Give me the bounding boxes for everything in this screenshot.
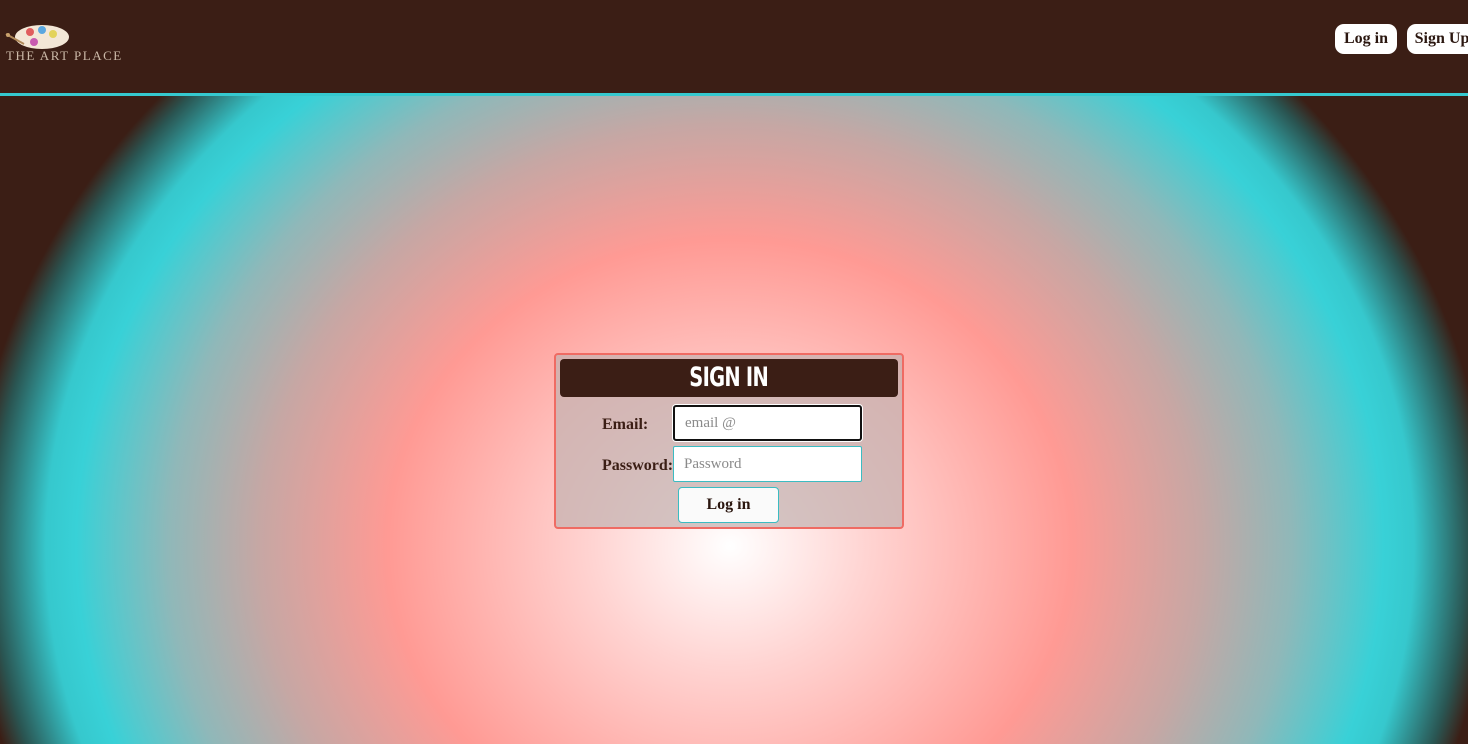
site-logo[interactable]: THE ART PLACE — [4, 22, 174, 70]
email-label: Email: — [602, 416, 649, 433]
password-label: Password: — [602, 457, 674, 474]
signin-title-text: SIGN IN — [689, 362, 769, 393]
top-header: THE ART PLACE Log in Sign Up — [0, 0, 1468, 96]
signin-form: SIGN IN Email: Password: Log in — [554, 353, 904, 529]
password-field[interactable] — [673, 446, 862, 482]
header-login-button[interactable]: Log in — [1335, 24, 1397, 54]
email-field[interactable] — [673, 405, 862, 441]
login-submit-button[interactable]: Log in — [678, 487, 779, 523]
logo-text: THE ART PLACE — [6, 48, 123, 63]
header-signup-button[interactable]: Sign Up — [1407, 24, 1468, 54]
signin-title: SIGN IN — [560, 359, 898, 397]
